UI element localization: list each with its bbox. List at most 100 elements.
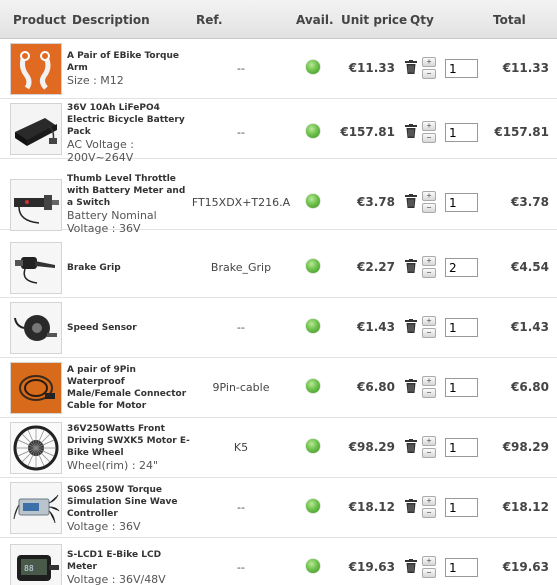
product-ref: -- — [237, 501, 245, 514]
quantity-stepper: + − — [422, 376, 437, 398]
quantity-input[interactable] — [445, 123, 478, 142]
product-description: 36V250Watts Front Driving SWXK5 Motor E-… — [67, 423, 191, 472]
unit-price: €157.81 — [340, 125, 395, 139]
torque-arm-thumbnail[interactable] — [10, 43, 62, 95]
product-name[interactable]: Brake Grip — [67, 262, 191, 274]
product-ref: -- — [237, 321, 245, 334]
battery-pack-thumbnail[interactable] — [10, 103, 62, 155]
quantity-increase-button[interactable]: + — [422, 121, 436, 131]
availability-indicator — [306, 194, 320, 208]
cart-row: Speed Sensor -- €1.43 + − €1.43 — [0, 298, 557, 358]
product-ref: K5 — [233, 441, 249, 454]
cart-table-header: Product Description Ref. Avail. Unit pri… — [0, 0, 557, 39]
product-description: S06S 250W Torque Simulation Sine Wave Co… — [67, 484, 191, 533]
trash-icon[interactable] — [405, 319, 417, 333]
quantity-decrease-button[interactable]: − — [422, 568, 436, 578]
product-name[interactable]: A pair of 9Pin Waterproof Male/Female Co… — [67, 364, 191, 412]
quantity-increase-button[interactable]: + — [422, 191, 436, 201]
availability-indicator — [306, 559, 320, 573]
availability-indicator — [306, 379, 320, 393]
quantity-decrease-button[interactable]: − — [422, 388, 436, 398]
quantity-stepper: + − — [422, 121, 437, 143]
product-name[interactable]: Thumb Level Throttle with Battery Meter … — [67, 173, 191, 209]
product-ref: Brake_Grip — [210, 261, 272, 274]
svg-text:88: 88 — [24, 564, 34, 573]
quantity-input[interactable] — [445, 59, 478, 78]
product-name[interactable]: S06S 250W Torque Simulation Sine Wave Co… — [67, 484, 191, 520]
product-option: 200V~264V — [67, 151, 134, 164]
row-total: €19.63 — [502, 560, 549, 574]
availability-indicator — [306, 319, 320, 333]
header-product: Product — [13, 13, 66, 27]
quantity-decrease-button[interactable]: − — [422, 203, 436, 213]
quantity-stepper: + − — [422, 436, 437, 458]
product-option: Battery Nominal — [67, 209, 157, 222]
product-name[interactable]: Speed Sensor — [67, 322, 191, 334]
cart-row: Thumb Level Throttle with Battery Meter … — [0, 170, 557, 235]
row-total: €157.81 — [494, 125, 549, 139]
quantity-input[interactable] — [445, 318, 478, 337]
availability-indicator — [306, 259, 320, 273]
quantity-increase-button[interactable]: + — [422, 556, 436, 566]
quantity-input[interactable] — [445, 378, 478, 397]
quantity-decrease-button[interactable]: − — [422, 448, 436, 458]
quantity-stepper: + − — [422, 556, 437, 578]
cart-row: 36V 10Ah LiFePO4 Electric Bicycle Batter… — [0, 99, 557, 164]
quantity-input[interactable] — [445, 498, 478, 517]
connector-cable-thumbnail[interactable] — [10, 362, 62, 414]
trash-icon[interactable] — [405, 499, 417, 513]
product-name[interactable]: 36V250Watts Front Driving SWXK5 Motor E-… — [67, 423, 191, 459]
quantity-decrease-button[interactable]: − — [422, 328, 436, 338]
throttle-thumbnail[interactable] — [10, 179, 62, 231]
quantity-increase-button[interactable]: + — [422, 496, 436, 506]
product-name[interactable]: A Pair of EBike Torque Arm — [67, 50, 191, 74]
quantity-increase-button[interactable]: + — [422, 316, 436, 326]
cart-row: S06S 250W Torque Simulation Sine Wave Co… — [0, 478, 557, 538]
product-option: Size : M12 — [67, 74, 124, 87]
product-description: 36V 10Ah LiFePO4 Electric Bicycle Batter… — [67, 102, 191, 164]
quantity-stepper: + − — [422, 316, 437, 338]
header-total: Total — [493, 13, 526, 27]
unit-price: €19.63 — [348, 560, 395, 574]
quantity-decrease-button[interactable]: − — [422, 69, 436, 79]
quantity-input[interactable] — [445, 438, 478, 457]
product-option: AC Voltage : — [67, 138, 134, 151]
unit-price: €98.29 — [348, 440, 395, 454]
quantity-input[interactable] — [445, 258, 478, 277]
trash-icon[interactable] — [405, 559, 417, 573]
quantity-increase-button[interactable]: + — [422, 376, 436, 386]
quantity-decrease-button[interactable]: − — [422, 133, 436, 143]
product-option: Voltage : 36V — [67, 520, 141, 533]
trash-icon[interactable] — [405, 259, 417, 273]
quantity-stepper: + − — [422, 256, 437, 278]
quantity-increase-button[interactable]: + — [422, 436, 436, 446]
controller-thumbnail[interactable] — [10, 482, 62, 534]
trash-icon[interactable] — [405, 194, 417, 208]
motor-wheel-thumbnail[interactable] — [10, 422, 62, 474]
quantity-input[interactable] — [445, 558, 478, 577]
unit-price: €11.33 — [348, 61, 395, 75]
availability-indicator — [306, 499, 320, 513]
unit-price: €2.27 — [357, 260, 395, 274]
speed-sensor-thumbnail[interactable] — [10, 302, 62, 354]
quantity-decrease-button[interactable]: − — [422, 508, 436, 518]
quantity-input[interactable] — [445, 193, 478, 212]
quantity-stepper: + − — [422, 191, 437, 213]
brake-grip-thumbnail[interactable] — [10, 242, 62, 294]
product-name[interactable]: S-LCD1 E-Bike LCD Meter — [67, 549, 191, 573]
lcd-meter-thumbnail[interactable]: 88 — [10, 544, 62, 585]
availability-indicator — [306, 439, 320, 453]
quantity-decrease-button[interactable]: − — [422, 268, 436, 278]
unit-price: €1.43 — [357, 320, 395, 334]
quantity-increase-button[interactable]: + — [422, 57, 436, 67]
quantity-increase-button[interactable]: + — [422, 256, 436, 266]
cart-row: A Pair of EBike Torque Arm Size : M12 --… — [0, 39, 557, 99]
product-ref: -- — [237, 126, 245, 139]
product-name[interactable]: 36V 10Ah LiFePO4 Electric Bicycle Batter… — [67, 102, 191, 138]
header-avail: Avail. — [296, 13, 334, 27]
unit-price: €18.12 — [348, 500, 395, 514]
trash-icon[interactable] — [405, 124, 417, 138]
trash-icon[interactable] — [405, 439, 417, 453]
trash-icon[interactable] — [405, 60, 417, 74]
trash-icon[interactable] — [405, 379, 417, 393]
